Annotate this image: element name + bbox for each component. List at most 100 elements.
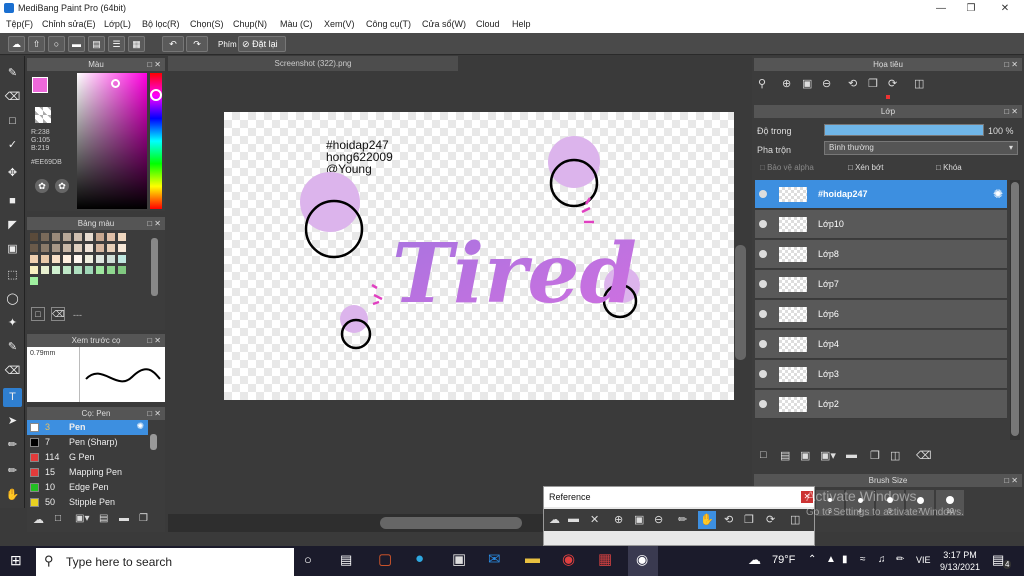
brush-options-icon[interactable]: ▣▾	[75, 513, 89, 524]
layer-menu-icon[interactable]: ▣▾	[820, 449, 836, 462]
fit-icon[interactable]: ▣	[802, 77, 812, 90]
weather-temp[interactable]: 79°F	[772, 554, 795, 566]
chrome-icon[interactable]: ◉	[562, 550, 575, 568]
layer-row[interactable]: Lớp2	[755, 390, 1007, 419]
layer-row[interactable]: Lớp4	[755, 330, 1007, 359]
gradient-tool-icon[interactable]: ▣	[3, 240, 22, 259]
visibility-icon[interactable]	[759, 220, 767, 228]
visibility-icon[interactable]	[759, 280, 767, 288]
blend-mode-select[interactable]: Bình thường ▾	[824, 141, 1018, 155]
brush-settings-gear-icon[interactable]: ✺	[136, 421, 144, 432]
palette-swatch[interactable]	[74, 266, 82, 274]
brush-tool-icon[interactable]: ✎	[3, 64, 22, 83]
select-tool-icon[interactable]: ⬚	[3, 266, 22, 285]
visibility-icon[interactable]	[759, 400, 767, 408]
add-brush-icon[interactable]: ☁	[33, 513, 44, 526]
menu-help[interactable]: Help	[512, 19, 531, 29]
brush-folder-icon[interactable]: ▬	[119, 513, 129, 524]
palette-swatch[interactable]	[52, 233, 60, 241]
protect-alpha-checkbox[interactable]: □ Bảo vệ alpha	[760, 163, 814, 172]
line-tool-icon[interactable]: ✓	[3, 136, 22, 155]
palette-swatch[interactable]	[63, 255, 71, 263]
menu-filter[interactable]: Bộ lọc(R)	[142, 19, 180, 29]
new-layer-icon[interactable]: □	[760, 449, 767, 461]
winrar-icon[interactable]: ▦	[598, 550, 612, 568]
select-eraser-tool-icon[interactable]: ⌫	[3, 362, 22, 381]
close-button[interactable]: ✕	[990, 0, 1020, 17]
operation-tool-icon[interactable]: ➤	[3, 412, 22, 431]
palette-swatch[interactable]	[96, 255, 104, 263]
layer-scrollbar-thumb[interactable]	[1011, 182, 1019, 436]
color-settings-icon[interactable]: ✿	[55, 179, 69, 193]
menu-file[interactable]: Tệp(F)	[6, 19, 33, 29]
edge-icon[interactable]: ●	[415, 550, 424, 567]
flip-icon[interactable]: ◫	[914, 77, 924, 90]
menu-capture[interactable]: Chụp(N)	[233, 19, 267, 29]
hand-tool-icon[interactable]: ✋	[3, 486, 22, 505]
new-brush-icon[interactable]: □	[55, 513, 61, 524]
palette-swatch[interactable]	[74, 244, 82, 252]
clipping-checkbox[interactable]: □ Xén bớt	[848, 163, 883, 172]
vertical-scrollbar-thumb[interactable]	[735, 245, 746, 360]
bucket-tool-icon[interactable]: ◤	[3, 216, 22, 235]
store-icon[interactable]: ▣	[452, 550, 466, 568]
palette-swatch[interactable]	[85, 233, 93, 241]
fit-icon[interactable]: ▣	[634, 513, 644, 526]
redo-icon[interactable]: ↷	[186, 36, 208, 52]
menu-window[interactable]: Cửa sổ(W)	[422, 19, 466, 29]
visibility-icon[interactable]	[759, 310, 767, 318]
magic-wand-tool-icon[interactable]: ✦	[3, 314, 22, 333]
visibility-icon[interactable]	[759, 370, 767, 378]
new-palette-icon[interactable]: □	[31, 307, 45, 321]
brush-item[interactable]: 15 Mapping Pen	[27, 465, 148, 480]
hue-handle[interactable]	[150, 89, 162, 101]
horizontal-scrollbar-thumb[interactable]	[380, 517, 522, 529]
upload-icon[interactable]: ☁	[549, 513, 560, 526]
lock-checkbox[interactable]: □ Khóa	[936, 163, 962, 172]
open-folder-icon[interactable]: ▬	[568, 513, 579, 525]
hidden-icons-chevron[interactable]: ⌃	[808, 554, 816, 565]
palette-swatch[interactable]	[85, 266, 93, 274]
new-halftone-layer-icon[interactable]: ▤	[780, 449, 790, 462]
rotate-right-icon[interactable]: ⟳	[766, 513, 775, 526]
palette-swatch[interactable]	[41, 255, 49, 263]
taskbar-search[interactable]: ⚲ Type here to search	[36, 548, 294, 576]
brush-item[interactable]: 114 G Pen	[27, 450, 148, 465]
palette-icon[interactable]: ✿	[35, 179, 49, 193]
document-tab[interactable]: Screenshot (322).png	[168, 56, 458, 71]
medibang-taskbar-icon[interactable]: ◉	[628, 546, 658, 576]
menu-view[interactable]: Xem(V)	[324, 19, 355, 29]
palette-swatch[interactable]	[107, 233, 115, 241]
grid-icon[interactable]: ▦	[128, 36, 145, 52]
windows-start-icon[interactable]: ⊞	[10, 552, 22, 569]
palette-swatch[interactable]	[107, 266, 115, 274]
layer-row[interactable]: Lớp8	[755, 240, 1007, 269]
network-icon[interactable]: ▲	[826, 554, 836, 565]
visibility-icon[interactable]	[759, 340, 767, 348]
palette-swatch[interactable]	[30, 266, 38, 274]
zoom-in-icon[interactable]: ⊕	[614, 513, 623, 526]
close-icon[interactable]: □ ✕	[147, 334, 161, 347]
palette-scrollbar[interactable]	[151, 238, 158, 296]
palette-swatch[interactable]	[85, 255, 93, 263]
layer-row[interactable]: Lớp7	[755, 270, 1007, 299]
palette-swatch[interactable]	[96, 233, 104, 241]
rotate-right-icon[interactable]: ⟳	[888, 77, 897, 90]
volume-icon[interactable]: ♫	[878, 554, 886, 565]
merge-layer-icon[interactable]: ◫	[890, 449, 900, 462]
folder-icon[interactable]: ▬	[846, 449, 857, 461]
opacity-slider[interactable]	[824, 124, 984, 136]
brush-item[interactable]: 10 Edge Pen	[27, 480, 148, 495]
fill-rect-tool-icon[interactable]: ■	[3, 192, 22, 211]
delete-layer-icon[interactable]: ⌫	[916, 449, 932, 462]
divide-tool-icon[interactable]: ✏	[3, 436, 22, 455]
mail-icon[interactable]: ✉	[488, 550, 501, 568]
rotate-left-icon[interactable]: ⟲	[848, 77, 857, 90]
menu-edit[interactable]: Chỉnh sửa(E)	[42, 19, 96, 29]
brush-copy-icon[interactable]: ❐	[139, 513, 148, 524]
visibility-icon[interactable]	[759, 250, 767, 258]
palette-swatch[interactable]	[96, 244, 104, 252]
layer-row[interactable]: ✺ #hoidap247	[755, 180, 1007, 209]
delete-palette-icon[interactable]: ⌫	[51, 307, 65, 321]
layer-row[interactable]: Lớp10	[755, 210, 1007, 239]
